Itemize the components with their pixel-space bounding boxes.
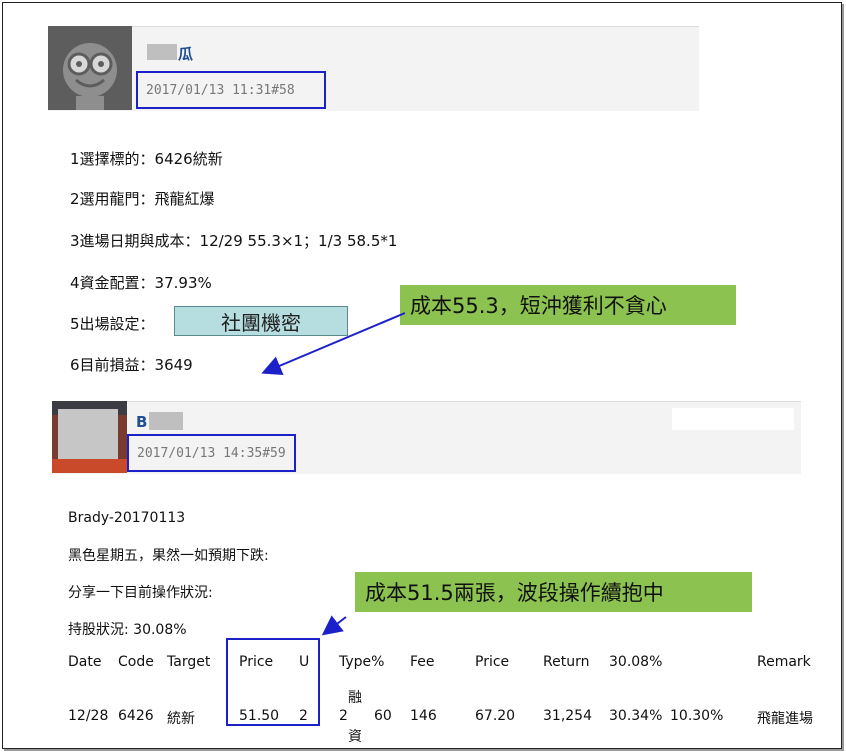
arrow-to-pnl xyxy=(261,312,406,376)
arrow-to-price xyxy=(321,615,347,636)
annotation-arrows xyxy=(261,312,406,636)
